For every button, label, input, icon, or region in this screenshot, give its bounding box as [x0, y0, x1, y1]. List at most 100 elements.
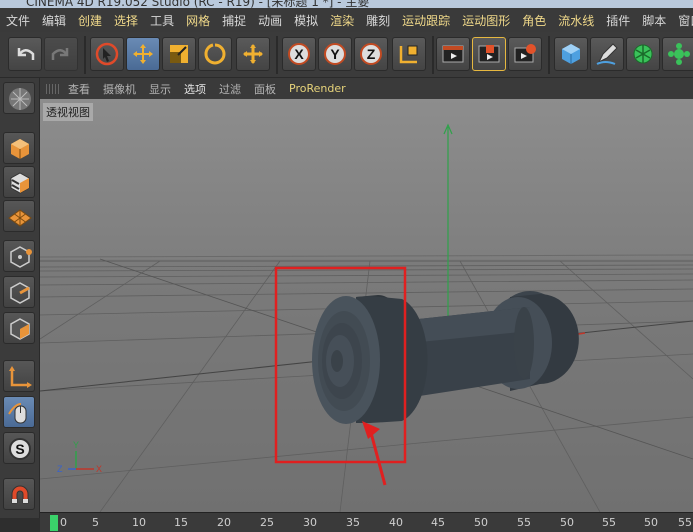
workplane-icon	[8, 209, 32, 227]
viewport-menu-options[interactable]: 选项	[184, 81, 206, 97]
snap-button[interactable]: S	[3, 432, 35, 464]
magnet-button[interactable]	[3, 478, 35, 510]
render-settings-button[interactable]	[508, 37, 542, 71]
x-axis-button[interactable]: X	[282, 37, 316, 71]
svg-text:S: S	[15, 441, 24, 457]
timeline-playhead[interactable]	[50, 515, 58, 531]
axis-mode-button[interactable]	[3, 360, 35, 392]
perspective-viewport[interactable]: Y X Z 透视视图	[40, 99, 693, 512]
menu-mograph[interactable]: 运动图形	[456, 12, 516, 29]
menu-pipeline[interactable]: 流水线	[552, 12, 600, 29]
redo-icon	[51, 48, 69, 60]
timeline-tick: 20	[217, 516, 231, 529]
y-axis-icon: Y	[324, 43, 346, 65]
menu-script[interactable]: 脚本	[636, 12, 672, 29]
pen-button[interactable]	[590, 37, 624, 71]
viewport-menu-grip[interactable]	[46, 83, 60, 94]
menu-animate[interactable]: 动画	[252, 12, 288, 29]
menu-render[interactable]: 渲染	[324, 12, 360, 29]
window-title: CINEMA 4D R19.052 Studio (RC - R19) - [未…	[26, 0, 370, 8]
timeline-ruler[interactable]: 0 5 10 15 20 25 30 35 40 45 50 55 50 55 …	[40, 512, 693, 532]
move-icon	[133, 44, 153, 64]
make-editable-button[interactable]	[3, 82, 35, 114]
subdivision-icon	[633, 44, 653, 64]
render-picture-button[interactable]	[472, 37, 506, 71]
timeline-tick: 45	[431, 516, 445, 529]
live-select-button[interactable]	[90, 37, 124, 71]
rotate-icon	[204, 43, 226, 65]
undo-icon	[17, 48, 35, 60]
scale-button[interactable]	[162, 37, 196, 71]
render-view-button[interactable]	[436, 37, 470, 71]
viewport-menu-display[interactable]: 显示	[149, 81, 171, 97]
menu-motion-tracker[interactable]: 运动跟踪	[396, 12, 456, 29]
undo-button[interactable]	[8, 37, 42, 71]
menu-bar: 文件 编辑 创建 选择 工具 网格 捕捉 动画 模拟 渲染 雕刻 运动跟踪 运动…	[0, 8, 693, 32]
menu-tools[interactable]: 工具	[144, 12, 180, 29]
menu-edit[interactable]: 编辑	[36, 12, 72, 29]
viewport-menu-prorender[interactable]: ProRender	[289, 82, 346, 95]
viewport-menu-view[interactable]: 查看	[68, 81, 90, 97]
texture-mode-icon	[10, 172, 30, 194]
timeline-tick: 0	[60, 516, 67, 529]
cube-icon	[562, 44, 580, 64]
workplane-button[interactable]	[3, 200, 35, 232]
timeline-tick: 50	[474, 516, 488, 529]
viewport-scene: Y X Z	[40, 123, 693, 512]
left-toolbar: S	[0, 78, 40, 518]
scale-icon	[170, 45, 188, 63]
world-coord-button[interactable]	[392, 37, 426, 71]
polygons-mode-button[interactable]	[3, 312, 35, 344]
svg-text:X: X	[294, 46, 304, 62]
rotate-button[interactable]	[198, 37, 232, 71]
y-axis-button[interactable]: Y	[318, 37, 352, 71]
edges-mode-icon	[10, 282, 30, 304]
svg-text:Y: Y	[73, 440, 79, 450]
menu-mesh[interactable]: 网格	[180, 12, 216, 29]
menu-sculpt[interactable]: 雕刻	[360, 12, 396, 29]
axis-mode-icon	[9, 366, 32, 388]
array-button[interactable]	[662, 37, 693, 71]
timeline-tick: 50	[560, 516, 574, 529]
redo-button[interactable]	[44, 37, 78, 71]
subdivision-button[interactable]	[626, 37, 660, 71]
title-bar: CINEMA 4D R19.052 Studio (RC - R19) - [未…	[0, 0, 693, 8]
z-axis-button[interactable]: Z	[354, 37, 388, 71]
render-settings-icon	[514, 44, 536, 63]
move-add-icon	[243, 44, 263, 64]
viewport-menu-filter[interactable]: 过滤	[219, 81, 241, 97]
array-icon	[668, 43, 690, 65]
timeline-tick: 30	[303, 516, 317, 529]
timeline-tick: 55	[678, 516, 692, 529]
points-mode-button[interactable]	[3, 240, 35, 272]
menu-plugins[interactable]: 插件	[600, 12, 636, 29]
timeline-tick: 10	[132, 516, 146, 529]
menu-simulate[interactable]: 模拟	[288, 12, 324, 29]
x-axis-icon: X	[288, 43, 310, 65]
move-add-button[interactable]	[236, 37, 270, 71]
model-mode-button[interactable]	[3, 132, 35, 164]
pen-icon	[596, 43, 618, 65]
menu-file[interactable]: 文件	[0, 12, 36, 29]
menu-window[interactable]: 窗口	[672, 12, 693, 29]
snap-icon: S	[9, 438, 31, 460]
cube-button[interactable]	[554, 37, 588, 71]
timeline-tick: 5	[92, 516, 99, 529]
texture-mode-button[interactable]	[3, 166, 35, 198]
magnet-icon	[11, 485, 29, 504]
menu-select[interactable]: 选择	[108, 12, 144, 29]
move-button[interactable]	[126, 37, 160, 71]
viewport-menu-cameras[interactable]: 摄像机	[103, 81, 136, 97]
viewport-menu: 查看 摄像机 显示 选项 过滤 面板 ProRender	[40, 78, 693, 99]
menu-create[interactable]: 创建	[72, 12, 108, 29]
menu-snap[interactable]: 捕捉	[216, 12, 252, 29]
viewport-menu-panel[interactable]: 面板	[254, 81, 276, 97]
timeline-tick: 55	[517, 516, 531, 529]
points-mode-icon	[10, 246, 32, 268]
edges-mode-button[interactable]	[3, 276, 35, 308]
tweak-button[interactable]	[3, 396, 35, 428]
timeline-tick: 25	[260, 516, 274, 529]
live-select-icon	[95, 42, 119, 66]
viewport-label: 透视视图	[43, 103, 93, 121]
menu-character[interactable]: 角色	[516, 12, 552, 29]
